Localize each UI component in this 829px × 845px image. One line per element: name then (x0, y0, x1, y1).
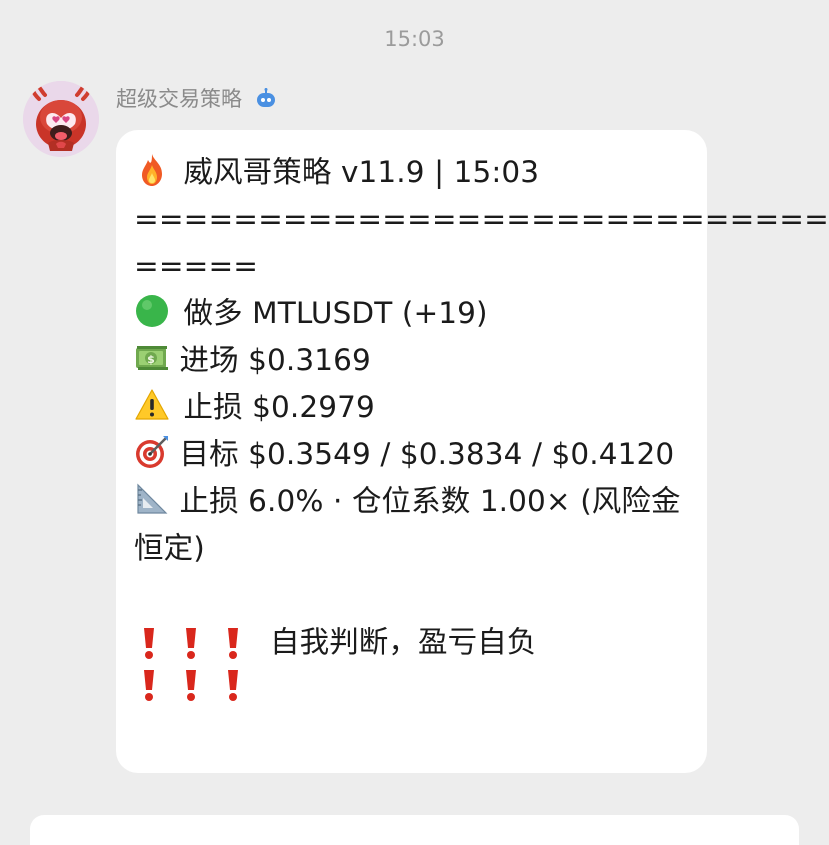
disclaimer-line: 自我判断，盈亏自负 (134, 619, 687, 666)
green-circle-icon (134, 293, 170, 329)
fire-icon (134, 152, 170, 188)
message-bubble[interactable]: 威风哥策略 v11.9 | 15:03 ====================… (116, 130, 829, 773)
target-line: 目标 $0.3549 / $0.3834 / $0.4120 (134, 431, 687, 478)
risk-text: 止损 6.0% · 仓位系数 1.00× (风险金恒定) (134, 484, 681, 565)
sender-avatar[interactable] (23, 81, 99, 157)
stop-loss-line: 止损 $0.2979 (134, 384, 687, 431)
red-exclamation-icon (134, 666, 164, 704)
exclamation-group (134, 666, 248, 704)
disclaimer-text: 自我判断，盈亏自负 (270, 625, 537, 659)
red-exclamation-icon (134, 624, 164, 662)
signal-text: 做多 MTLUSDT (+19) (183, 296, 488, 330)
red-exclamation-icon (176, 666, 206, 704)
divider-line: ============================ (134, 202, 829, 236)
next-message-bubble-edge (30, 815, 799, 845)
target-text: 目标 $0.3549 / $0.3834 / $0.4120 (179, 437, 675, 471)
message-header-text: 威风哥策略 v11.9 | 15:03 (183, 155, 540, 189)
sender-name[interactable]: 超级交易策略 (116, 84, 242, 114)
signal-line: 做多 MTLUSDT (+19) (134, 290, 687, 337)
money-icon: $ (134, 340, 170, 376)
red-exclamation-icon (176, 624, 206, 662)
message-header-line: 威风哥策略 v11.9 | 15:03 (134, 149, 687, 196)
red-exclamation-icon (218, 666, 248, 704)
trailing-exclamation-line (134, 666, 687, 704)
bot-icon (254, 87, 278, 111)
triangle-ruler-icon (134, 481, 170, 517)
entry-line: $ 进场 $0.3169 (134, 337, 687, 384)
lobster-mascot-avatar-icon (23, 81, 99, 157)
message-timestamp: 15:03 (384, 27, 445, 51)
warning-icon (134, 387, 170, 423)
risk-line: 止损 6.0% · 仓位系数 1.00× (风险金恒定) (134, 478, 687, 572)
exclamation-group (134, 624, 248, 662)
sender-header: 超级交易策略 (116, 83, 278, 115)
divider-line-continued: ===== (134, 249, 259, 283)
target-icon (134, 434, 170, 470)
svg-text:$: $ (147, 353, 155, 366)
entry-text: 进场 $0.3169 (179, 343, 371, 377)
red-exclamation-icon (218, 624, 248, 662)
stop-loss-text: 止损 $0.2979 (183, 390, 375, 424)
